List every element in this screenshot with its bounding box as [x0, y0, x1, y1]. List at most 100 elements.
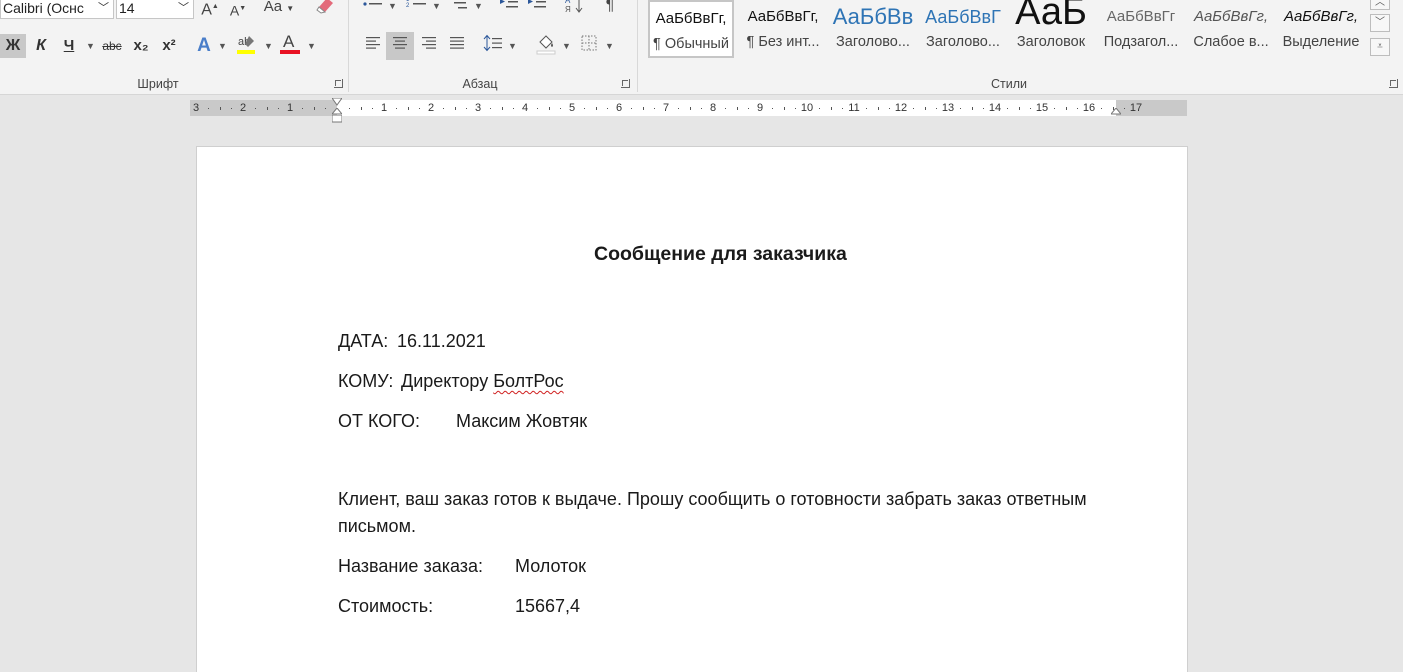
font-dialog-launcher-icon[interactable]: [334, 79, 343, 88]
left-indent-marker-icon[interactable]: [332, 115, 342, 123]
to-value: Директору БолтРос: [401, 371, 564, 392]
ruler-number: 1: [380, 102, 388, 114]
ruler-tick: [736, 107, 738, 110]
styles-group-label: Стили: [990, 77, 1028, 91]
ruler-number: 3: [474, 102, 482, 114]
font-color-dropdown-icon[interactable]: ▼: [307, 34, 316, 58]
shading-dropdown-icon[interactable]: ▼: [562, 34, 571, 58]
styles-dialog-launcher-icon[interactable]: [1389, 79, 1398, 88]
decrease-indent-icon[interactable]: [498, 0, 520, 18]
italic-button[interactable]: К: [30, 34, 52, 58]
font-name-value: Calibri (Оснс: [3, 0, 84, 16]
underline-dropdown-icon[interactable]: ▼: [86, 34, 95, 58]
document-page[interactable]: Сообщение для заказчика ДАТА: 16.11.2021…: [196, 146, 1188, 672]
ruler-tick: [501, 107, 503, 110]
font-size-combobox[interactable]: 14 ﹀: [116, 0, 194, 19]
styles-scroll-up-icon[interactable]: ︿: [1370, 0, 1390, 10]
style-emphasis[interactable]: АаБбВвГг, Выделение: [1278, 0, 1364, 58]
style-no-spacing[interactable]: АаБбВвГг, ¶ Без инт...: [740, 0, 826, 58]
align-left-icon[interactable]: [362, 34, 384, 58]
styles-gallery: АаБбВвГг, ¶ Обычный АаБбВвГг, ¶ Без инт.…: [648, 0, 1368, 60]
bullets-dropdown-icon[interactable]: ▼: [388, 0, 397, 18]
ruler-tick: [219, 107, 221, 110]
subscript-button[interactable]: x₂: [130, 34, 152, 58]
ruler-tick: [924, 107, 926, 110]
ruler-dot: [395, 108, 397, 109]
numbering-dropdown-icon[interactable]: ▼: [432, 0, 441, 18]
underline-button[interactable]: Ч: [58, 34, 80, 58]
ruler-dot: [348, 108, 350, 109]
ruler-number: 13: [941, 102, 955, 114]
ruler-dot: [254, 108, 256, 109]
ruler-number: 8: [709, 102, 717, 114]
bullets-icon[interactable]: [362, 0, 384, 18]
font-name-combobox[interactable]: Calibri (Оснс ﹀: [0, 0, 114, 19]
style-name: Выделение: [1282, 34, 1360, 50]
ruler-dot: [889, 108, 891, 109]
highlight-color-icon[interactable]: ab: [234, 32, 258, 56]
multilevel-list-icon[interactable]: [448, 0, 470, 18]
increase-indent-icon[interactable]: [526, 0, 548, 18]
bold-button[interactable]: Ж: [0, 34, 26, 58]
ruler-dot: [536, 108, 538, 109]
borders-icon[interactable]: [578, 34, 600, 58]
align-center-icon[interactable]: [386, 32, 414, 60]
ruler-dot: [865, 108, 867, 109]
style-subtitle[interactable]: АаБбВвГг Подзагол...: [1098, 0, 1184, 58]
ruler-dot: [771, 108, 773, 109]
svg-text:Я: Я: [565, 5, 571, 14]
ruler-tick: [783, 107, 785, 110]
shrink-font-button[interactable]: A▼: [228, 0, 248, 21]
highlight-dropdown-icon[interactable]: ▼: [264, 34, 273, 58]
shading-icon[interactable]: [534, 32, 558, 56]
first-line-indent-marker-icon[interactable]: [332, 98, 342, 106]
style-normal[interactable]: АаБбВвГг, ¶ Обычный: [648, 0, 734, 58]
ruler-number: 7: [662, 102, 670, 114]
text-effects-dropdown-icon[interactable]: ▼: [218, 34, 227, 58]
style-sample: АаБбВвГг,: [1283, 8, 1359, 25]
font-size-value: 14: [119, 0, 135, 16]
ruler-number: 2: [239, 102, 247, 114]
font-color-icon[interactable]: A: [278, 30, 302, 54]
text-effects-icon[interactable]: A: [194, 34, 214, 58]
svg-text:2: 2: [406, 3, 410, 9]
from-value: Максим Жовтяк: [456, 411, 588, 431]
ruler-dot: [677, 108, 679, 109]
ruler-dot: [654, 108, 656, 109]
line-spacing-dropdown-icon[interactable]: ▼: [508, 34, 517, 58]
order-name-value: Молоток: [515, 556, 587, 576]
right-indent-marker-icon[interactable]: [1111, 108, 1121, 116]
body-line-2: письмом.: [338, 516, 416, 536]
show-formatting-marks-button[interactable]: ¶: [600, 0, 620, 18]
paragraph-group-label: Абзац: [462, 77, 498, 91]
styles-more-icon[interactable]: ⩡: [1370, 38, 1390, 56]
style-heading-2[interactable]: АаБбВвГ Заголово...: [920, 0, 1006, 58]
change-case-button[interactable]: Aa ▼: [262, 0, 296, 19]
style-subtle-emphasis[interactable]: АаБбВвГг, Слабое в...: [1188, 0, 1274, 58]
styles-scroll-down-icon[interactable]: ﹀: [1370, 14, 1390, 32]
strikethrough-button[interactable]: abc: [100, 34, 124, 58]
chevron-down-icon: ﹀: [178, 2, 189, 14]
sort-icon[interactable]: АЯ: [564, 0, 586, 18]
multilevel-dropdown-icon[interactable]: ▼: [474, 0, 483, 18]
ruler-tick: [548, 107, 550, 110]
horizontal-ruler[interactable]: 3 2 1 1 2 3 4 5 6 7 8 9 10 11 12 13 14 15 16 17: [190, 98, 1187, 123]
style-title[interactable]: АаБ Заголовок: [1008, 0, 1094, 58]
line-spacing-icon[interactable]: [482, 34, 504, 58]
ruler-dot: [959, 108, 961, 109]
justify-icon[interactable]: [446, 34, 468, 58]
borders-dropdown-icon[interactable]: ▼: [605, 34, 614, 58]
ruler-number: 11: [848, 102, 860, 114]
clear-formatting-icon[interactable]: [312, 0, 338, 19]
ruler-dot: [1053, 108, 1055, 109]
align-right-icon[interactable]: [418, 34, 440, 58]
ruler-number: 14: [988, 102, 1002, 114]
numbering-icon[interactable]: 12: [406, 0, 428, 18]
paragraph-dialog-launcher-icon[interactable]: [621, 79, 630, 88]
style-heading-1[interactable]: АаБбВв Заголово...: [830, 0, 916, 58]
grow-font-button[interactable]: A▲: [200, 0, 220, 19]
ruler-dot: [748, 108, 750, 109]
style-name: Заголовок: [1016, 34, 1086, 50]
superscript-button[interactable]: x²: [158, 34, 180, 58]
ruler-tick: [360, 107, 362, 110]
